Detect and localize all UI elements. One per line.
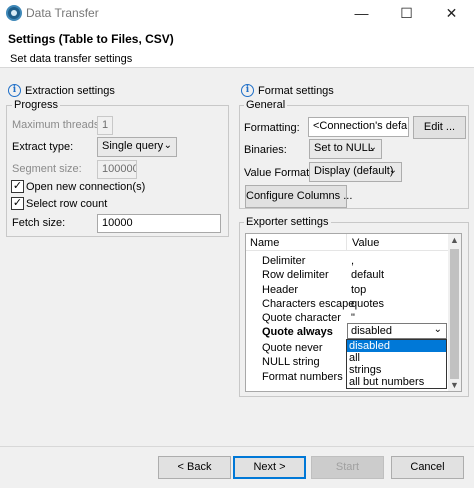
exporter-legend: Exporter settings xyxy=(244,216,331,228)
page-subtitle: Set data transfer settings xyxy=(10,53,133,65)
property-name[interactable]: Characters escape xyxy=(262,298,354,310)
formatting-label: Formatting: xyxy=(244,122,300,134)
progress-legend: Progress xyxy=(12,99,61,111)
start-button[interactable]: Start xyxy=(311,456,384,479)
back-button[interactable]: < Back xyxy=(158,456,231,479)
chevron-down-icon: ⌄ xyxy=(368,142,377,153)
property-name[interactable]: Quote character xyxy=(262,312,341,324)
select-row-count-checkbox[interactable]: ✓ xyxy=(11,197,24,210)
value-format-value: Display (default) xyxy=(314,165,394,177)
property-value[interactable]: top xyxy=(351,284,366,296)
maximize-button[interactable]: ☐ xyxy=(384,0,429,26)
binaries-value: Set to NULL xyxy=(314,142,374,154)
cancel-button[interactable]: Cancel xyxy=(391,456,464,479)
segment-size-input[interactable]: 100000 xyxy=(97,160,137,179)
app-icon xyxy=(6,5,22,21)
quote-always-dropdown: disabled all strings all but numbers xyxy=(346,339,447,389)
property-value[interactable]: default xyxy=(351,269,384,281)
scrollbar-thumb[interactable] xyxy=(450,249,459,379)
binaries-select[interactable]: Set to NULL ⌄ xyxy=(309,139,382,159)
extraction-settings-heading: Extraction settings xyxy=(25,85,115,97)
name-column-header[interactable]: Name xyxy=(250,237,279,249)
chevron-down-icon[interactable]: ▼ xyxy=(448,379,461,391)
fetch-size-label: Fetch size: xyxy=(12,217,66,229)
open-new-connections-checkbox[interactable]: ✓ xyxy=(11,180,24,193)
property-name[interactable]: Quote never xyxy=(262,342,323,354)
extract-type-label: Extract type: xyxy=(12,141,74,153)
property-name[interactable]: Quote always xyxy=(262,326,333,338)
extract-type-value: Single query xyxy=(102,140,164,152)
property-name[interactable]: Header xyxy=(262,284,298,296)
dropdown-option-strings[interactable]: strings xyxy=(347,364,446,376)
close-button[interactable]: ✕ xyxy=(429,0,474,26)
column-divider xyxy=(346,234,347,251)
page-title: Settings (Table to Files, CSV) xyxy=(8,32,174,46)
footer-separator xyxy=(0,446,474,447)
property-name[interactable]: Row delimiter xyxy=(262,269,329,281)
next-button[interactable]: Next > xyxy=(233,456,306,479)
edit-button[interactable]: Edit ... xyxy=(413,116,466,139)
general-legend: General xyxy=(244,99,288,111)
property-name[interactable]: Delimiter xyxy=(262,255,305,267)
value-column-header[interactable]: Value xyxy=(352,237,379,249)
dropdown-option-disabled[interactable]: disabled xyxy=(347,340,446,352)
minimize-button[interactable]: — xyxy=(339,0,384,26)
chevron-down-icon: ⌄ xyxy=(163,140,172,151)
property-value[interactable]: , xyxy=(351,255,354,267)
select-row-count-label: Select row count xyxy=(26,198,108,210)
quote-always-select[interactable]: disabled ⌄ xyxy=(347,323,447,339)
formatting-select[interactable]: <Connection's defa xyxy=(308,117,409,137)
formatting-value: <Connection's defa xyxy=(313,120,408,132)
quote-always-value: disabled xyxy=(351,325,392,337)
chevron-down-icon: ⌄ xyxy=(433,324,442,335)
binaries-label: Binaries: xyxy=(244,144,287,156)
info-icon: i xyxy=(241,84,254,97)
property-value[interactable]: quotes xyxy=(351,298,384,310)
value-format-select[interactable]: Display (default) ⌄ xyxy=(309,162,402,182)
dropdown-option-all[interactable]: all xyxy=(347,352,446,364)
chevron-down-icon: ⌄ xyxy=(388,165,397,176)
property-name[interactable]: Format numbers xyxy=(262,371,343,383)
value-format-label: Value Format: xyxy=(244,167,313,179)
dropdown-option-all-but-numbers[interactable]: all but numbers xyxy=(347,376,446,388)
open-new-connections-label: Open new connection(s) xyxy=(26,181,146,193)
configure-columns-button[interactable]: Configure Columns ... xyxy=(245,185,352,208)
chevron-up-icon[interactable]: ▲ xyxy=(448,234,461,247)
segment-size-label: Segment size: xyxy=(12,163,82,175)
max-threads-label: Maximum threads: xyxy=(12,119,103,131)
info-icon: i xyxy=(8,84,21,97)
format-settings-heading: Format settings xyxy=(258,85,334,97)
extract-type-select[interactable]: Single query ⌄ xyxy=(97,137,177,157)
fetch-size-input[interactable]: 10000 xyxy=(97,214,221,233)
window-title: Data Transfer xyxy=(26,6,99,20)
property-name[interactable]: NULL string xyxy=(262,356,320,368)
max-threads-input[interactable]: 1 xyxy=(97,116,113,135)
